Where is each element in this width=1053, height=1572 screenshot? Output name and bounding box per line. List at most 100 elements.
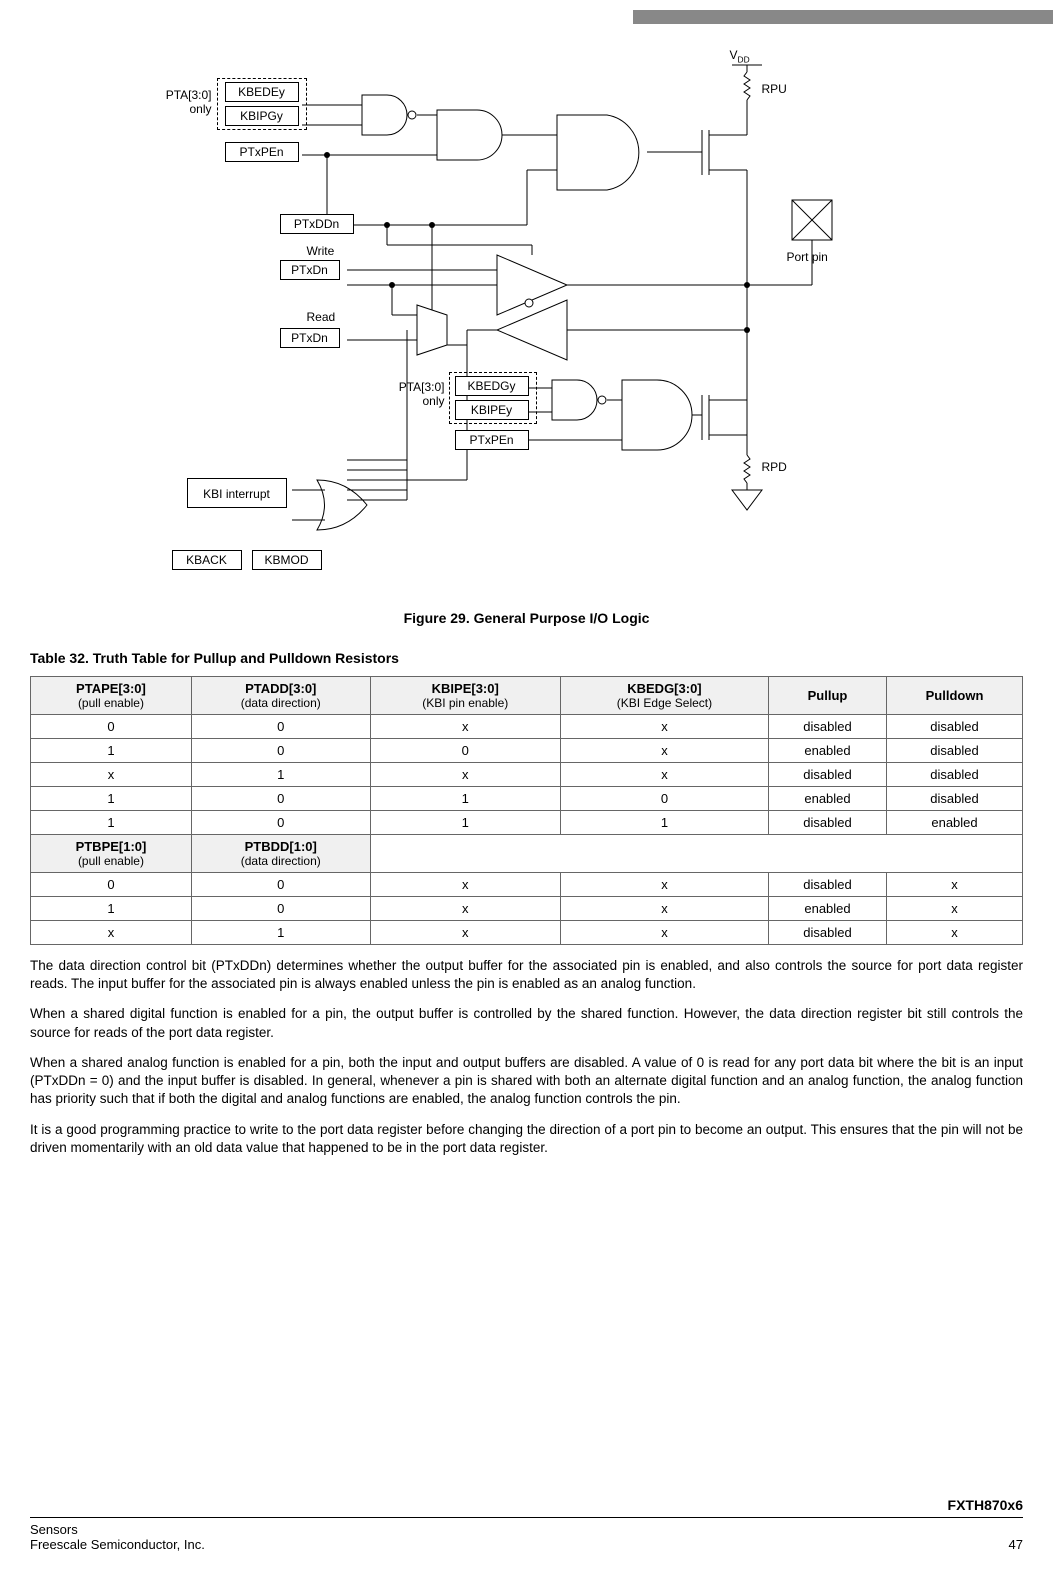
- table-row: 100xenableddisabled: [31, 739, 1023, 763]
- table-cell: disabled: [769, 811, 887, 835]
- th-ptbdd: PTBDD[1:0](data direction): [191, 835, 370, 873]
- table-cell: 0: [31, 873, 192, 897]
- box-ptxpen-lower: PTxPEn: [455, 430, 529, 450]
- table-cell: enabled: [769, 897, 887, 921]
- box-ptxpen-upper: PTxPEn: [225, 142, 299, 162]
- table-cell: 1: [31, 787, 192, 811]
- body-text: The data direction control bit (PTxDDn) …: [30, 957, 1023, 1157]
- table-cell: x: [560, 921, 768, 945]
- paragraph: When a shared digital function is enable…: [30, 1005, 1023, 1041]
- box-kbmod: KBMOD: [252, 550, 322, 570]
- table-cell: 0: [191, 811, 370, 835]
- th-ptadd: PTADD[3:0](data direction): [191, 677, 370, 715]
- table-row: 10xxenabledx: [31, 897, 1023, 921]
- table-cell: x: [560, 763, 768, 787]
- table-cell: x: [370, 897, 560, 921]
- table-cell: x: [370, 715, 560, 739]
- table-row: 1011disabledenabled: [31, 811, 1023, 835]
- paragraph: The data direction control bit (PTxDDn) …: [30, 957, 1023, 993]
- paragraph: When a shared analog function is enabled…: [30, 1054, 1023, 1109]
- table-cell: disabled: [769, 873, 887, 897]
- table-cell: disabled: [769, 763, 887, 787]
- table-cell: x: [887, 897, 1023, 921]
- header-gray-bar: [633, 10, 1053, 24]
- box-kbedey: KBEDEy: [225, 82, 299, 102]
- table-cell: disabled: [887, 763, 1023, 787]
- table-header-row: PTAPE[3:0](pull enable) PTADD[3:0](data …: [31, 677, 1023, 715]
- box-ptxddn: PTxDDn: [280, 214, 354, 234]
- th-pulldown: Pulldown: [887, 677, 1023, 715]
- truth-table: PTAPE[3:0](pull enable) PTADD[3:0](data …: [30, 676, 1023, 945]
- table-row: 00xxdisabledx: [31, 873, 1023, 897]
- label-pta-lower: PTA[3:0]only: [385, 380, 445, 408]
- table-row: x1xxdisabledx: [31, 921, 1023, 945]
- table-cell: x: [31, 921, 192, 945]
- th-kbedg: KBEDG[3:0](KBI Edge Select): [560, 677, 768, 715]
- table-cell: x: [370, 921, 560, 945]
- box-ptxdn-write: PTxDn: [280, 260, 340, 280]
- table-subheader-row: PTBPE[1:0](pull enable) PTBDD[1:0](data …: [31, 835, 1023, 873]
- box-kbi-interrupt: KBI interrupt: [187, 478, 287, 508]
- diagram-svg: [147, 60, 907, 600]
- label-rpd: RPD: [762, 460, 787, 474]
- table-cell: 0: [370, 739, 560, 763]
- table-row: 00xxdisableddisabled: [31, 715, 1023, 739]
- label-port-pin: Port pin: [787, 250, 828, 264]
- table-cell: 0: [191, 873, 370, 897]
- table-cell: 1: [31, 739, 192, 763]
- box-kback: KBACK: [172, 550, 242, 570]
- table-cell: x: [560, 897, 768, 921]
- table-title: Table 32. Truth Table for Pullup and Pul…: [30, 650, 1023, 666]
- subhead-blank: [370, 835, 1022, 873]
- table-cell: disabled: [887, 715, 1023, 739]
- table-cell: 1: [370, 787, 560, 811]
- table-cell: 0: [191, 739, 370, 763]
- table-cell: 1: [191, 763, 370, 787]
- table-cell: x: [31, 763, 192, 787]
- table-cell: 1: [31, 811, 192, 835]
- box-ptxdn-read: PTxDn: [280, 328, 340, 348]
- box-kbedgy: KBEDGy: [455, 376, 529, 396]
- label-write: Write: [307, 244, 335, 258]
- figure-caption: Figure 29. General Purpose I/O Logic: [30, 610, 1023, 626]
- table-cell: x: [370, 763, 560, 787]
- table-cell: x: [560, 715, 768, 739]
- th-ptbpe: PTBPE[1:0](pull enable): [31, 835, 192, 873]
- table-cell: disabled: [769, 921, 887, 945]
- table-cell: 0: [191, 715, 370, 739]
- table-cell: disabled: [887, 739, 1023, 763]
- table-cell: disabled: [887, 787, 1023, 811]
- th-pullup: Pullup: [769, 677, 887, 715]
- table-cell: 1: [31, 897, 192, 921]
- table-cell: 0: [31, 715, 192, 739]
- table-cell: 0: [191, 787, 370, 811]
- footer-product: FXTH870x6: [30, 1497, 1023, 1513]
- label-vdd: VDD: [730, 48, 750, 64]
- table-cell: x: [560, 739, 768, 763]
- footer-rule: [30, 1517, 1023, 1518]
- table-cell: x: [560, 873, 768, 897]
- table-row: x1xxdisableddisabled: [31, 763, 1023, 787]
- table-cell: disabled: [769, 715, 887, 739]
- gpio-logic-diagram: PTA[3:0]only KBEDEy KBIPGy PTxPEn PTxDDn…: [147, 60, 907, 600]
- page-footer: FXTH870x6 Sensors Freescale Semiconducto…: [30, 1497, 1023, 1552]
- label-read: Read: [307, 310, 336, 324]
- table-cell: 1: [370, 811, 560, 835]
- table-cell: enabled: [769, 739, 887, 763]
- th-ptape: PTAPE[3:0](pull enable): [31, 677, 192, 715]
- footer-left1: Sensors: [30, 1522, 205, 1537]
- table-row: 1010enableddisabled: [31, 787, 1023, 811]
- box-kbipgy: KBIPGy: [225, 106, 299, 126]
- table-cell: x: [887, 921, 1023, 945]
- table-cell: 1: [191, 921, 370, 945]
- label-pta-upper: PTA[3:0]only: [152, 88, 212, 116]
- table-cell: 0: [560, 787, 768, 811]
- box-kbipey: KBIPEy: [455, 400, 529, 420]
- table-cell: enabled: [769, 787, 887, 811]
- table-cell: enabled: [887, 811, 1023, 835]
- footer-page: 47: [1009, 1537, 1023, 1552]
- paragraph: It is a good programming practice to wri…: [30, 1121, 1023, 1157]
- label-rpu: RPU: [762, 82, 787, 96]
- table-cell: 1: [560, 811, 768, 835]
- table-cell: x: [370, 873, 560, 897]
